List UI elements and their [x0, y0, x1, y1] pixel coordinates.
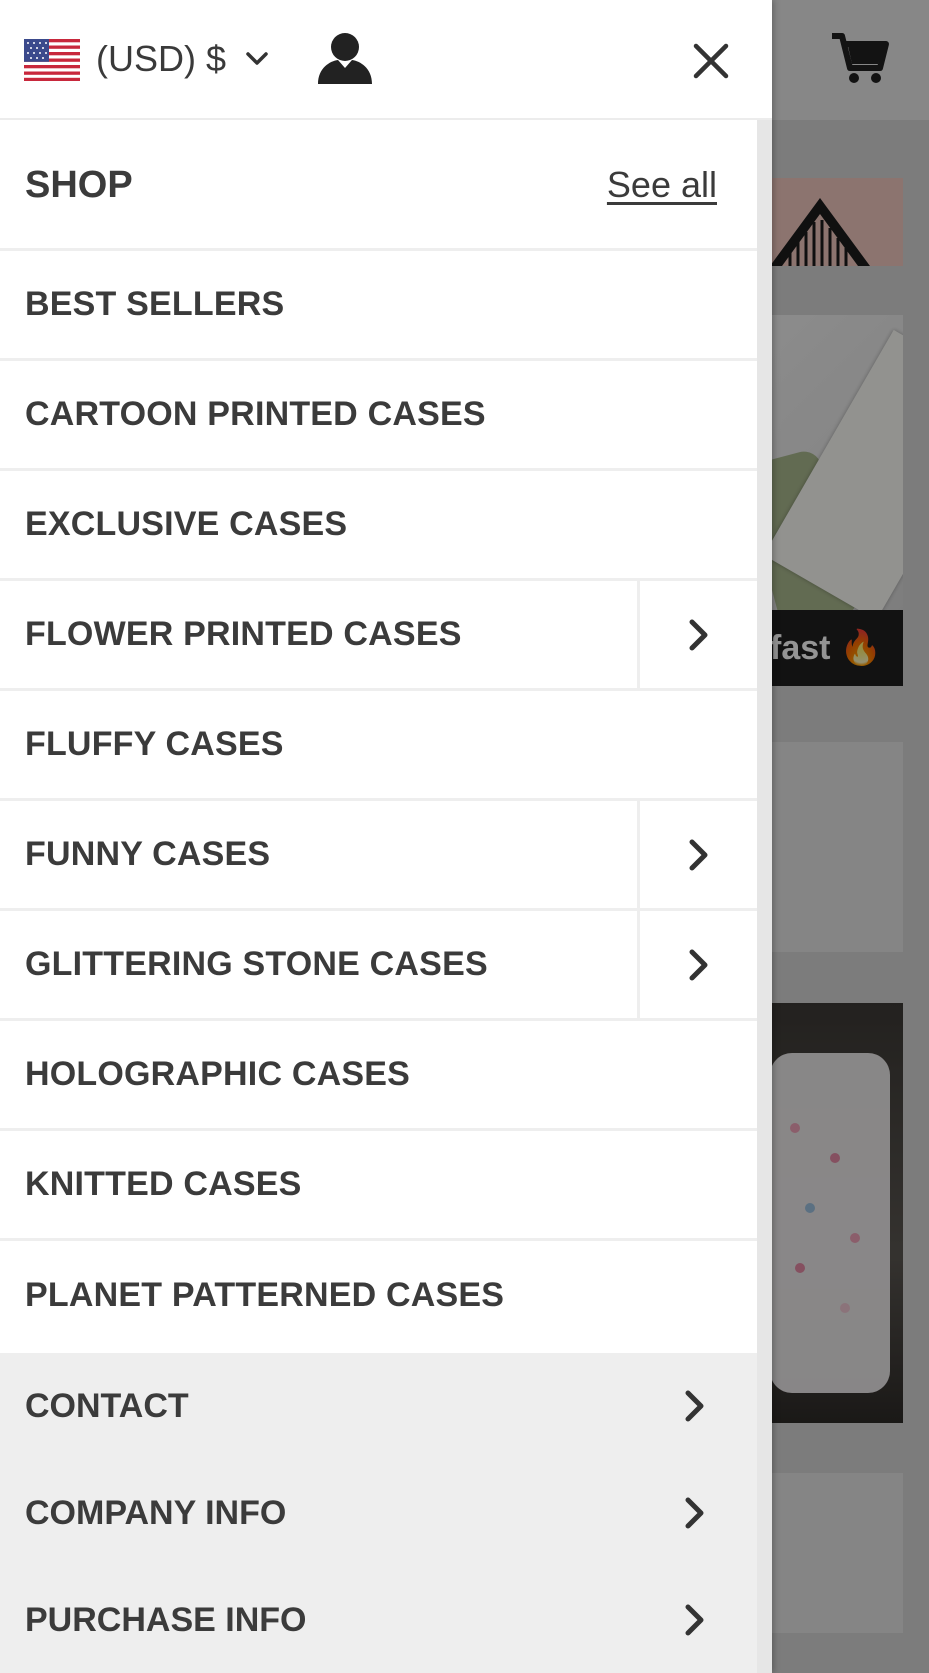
shop-title: SHOP	[25, 164, 133, 206]
menu-item-label: CARTOON PRINTED CASES	[25, 395, 486, 433]
menu-item-holographic-cases[interactable]: HOLOGRAPHIC CASES	[0, 1021, 757, 1131]
chevron-right-icon	[685, 1604, 704, 1636]
chevron-right-icon	[685, 1390, 704, 1422]
drawer-top-bar: (USD) $	[0, 0, 772, 120]
menu-item-glittering-stone-cases[interactable]: GLITTERING STONE CASES	[0, 911, 757, 1021]
menu-item-funny-cases[interactable]: FUNNY CASES	[0, 801, 757, 911]
menu-item-knitted-cases[interactable]: KNITTED CASES	[0, 1131, 757, 1241]
expand-submenu-button[interactable]	[637, 911, 757, 1018]
menu-item-planet-patterned-cases[interactable]: PLANET PATTERNED CASES	[0, 1241, 757, 1350]
chevron-down-icon[interactable]	[244, 46, 270, 72]
menu-item-label: BEST SELLERS	[25, 285, 285, 323]
chevron-right-icon	[689, 839, 707, 870]
info-item-label: PURCHASE INFO	[25, 1601, 307, 1639]
menu-item-label: HOLOGRAPHIC CASES	[25, 1055, 410, 1093]
menu-item-label: EXCLUSIVE CASES	[25, 505, 348, 543]
menu-item-label: FUNNY CASES	[25, 835, 271, 873]
info-item-contact[interactable]: CONTACT	[0, 1353, 757, 1460]
us-flag-icon[interactable]	[24, 39, 80, 81]
currency-selector[interactable]: (USD) $	[96, 36, 226, 82]
menu-item-exclusive-cases[interactable]: EXCLUSIVE CASES	[0, 471, 757, 581]
close-icon[interactable]	[692, 42, 730, 80]
shop-header: SHOP See all	[0, 120, 757, 251]
info-item-label: COMPANY INFO	[25, 1494, 287, 1532]
chevron-right-icon	[685, 1497, 704, 1529]
info-links: CONTACT COMPANY INFO PURCHASE INFO	[0, 1353, 757, 1673]
info-item-purchase-info[interactable]: PURCHASE INFO	[0, 1567, 757, 1673]
menu-item-best-sellers[interactable]: BEST SELLERS	[0, 251, 757, 361]
chevron-right-icon	[689, 619, 707, 650]
see-all-link[interactable]: See all	[607, 162, 717, 208]
expand-submenu-button[interactable]	[637, 581, 757, 688]
menu-item-label: PLANET PATTERNED CASES	[25, 1276, 505, 1314]
menu-item-label: GLITTERING STONE CASES	[25, 945, 488, 983]
chevron-right-icon	[689, 949, 707, 980]
navigation-drawer: (USD) $ SHOP See all BEST SELLERS CARTOO…	[0, 0, 772, 1673]
user-icon[interactable]	[316, 30, 374, 86]
menu-item-label: FLUFFY CASES	[25, 725, 284, 763]
menu-item-fluffy-cases[interactable]: FLUFFY CASES	[0, 691, 757, 801]
menu-item-cartoon-printed-cases[interactable]: CARTOON PRINTED CASES	[0, 361, 757, 471]
scrollbar[interactable]	[757, 120, 772, 1673]
menu-item-flower-printed-cases[interactable]: FLOWER PRINTED CASES	[0, 581, 757, 691]
menu-item-label: FLOWER PRINTED CASES	[25, 615, 462, 653]
info-item-label: CONTACT	[25, 1387, 189, 1425]
expand-submenu-button[interactable]	[637, 801, 757, 908]
category-list: BEST SELLERS CARTOON PRINTED CASES EXCLU…	[0, 251, 757, 1350]
menu-item-label: KNITTED CASES	[25, 1165, 302, 1203]
info-item-company-info[interactable]: COMPANY INFO	[0, 1460, 757, 1567]
